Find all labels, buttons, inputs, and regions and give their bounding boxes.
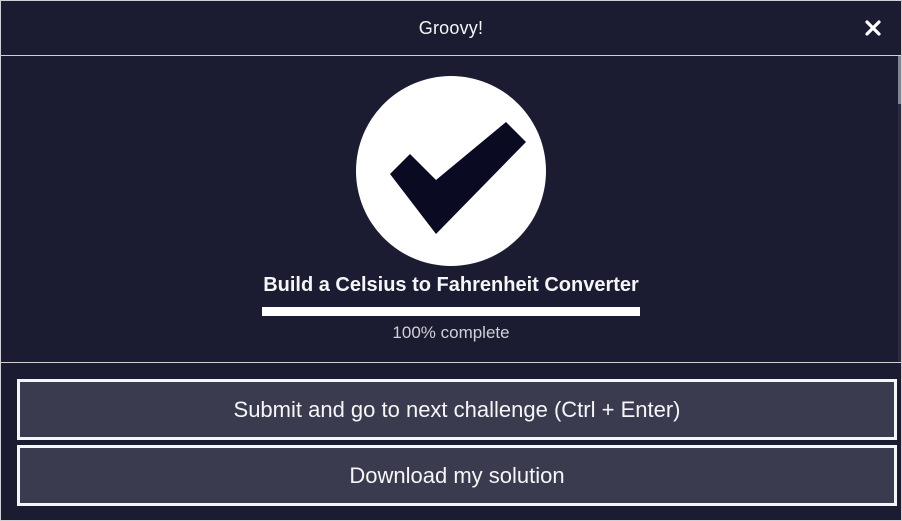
modal-header: Groovy!	[1, 1, 901, 56]
challenge-title: Build a Celsius to Fahrenheit Converter	[263, 274, 639, 296]
close-button[interactable]	[861, 16, 885, 40]
close-icon	[865, 20, 881, 36]
progress-bar-fill	[262, 307, 640, 316]
modal-title: Groovy!	[418, 17, 484, 38]
scrollbar-thumb[interactable]	[898, 56, 901, 104]
progress-label: 100% complete	[392, 323, 510, 342]
submit-next-challenge-button[interactable]: Submit and go to next challenge (Ctrl + …	[17, 379, 897, 440]
completion-modal: Groovy! Build a Celsius to Fahrenheit Co…	[0, 0, 902, 521]
checkmark-icon	[356, 76, 546, 266]
progress-bar	[262, 307, 640, 316]
scrollbar[interactable]	[898, 56, 901, 362]
download-solution-button[interactable]: Download my solution	[17, 445, 897, 506]
modal-body: Build a Celsius to Fahrenheit Converter …	[1, 56, 901, 363]
